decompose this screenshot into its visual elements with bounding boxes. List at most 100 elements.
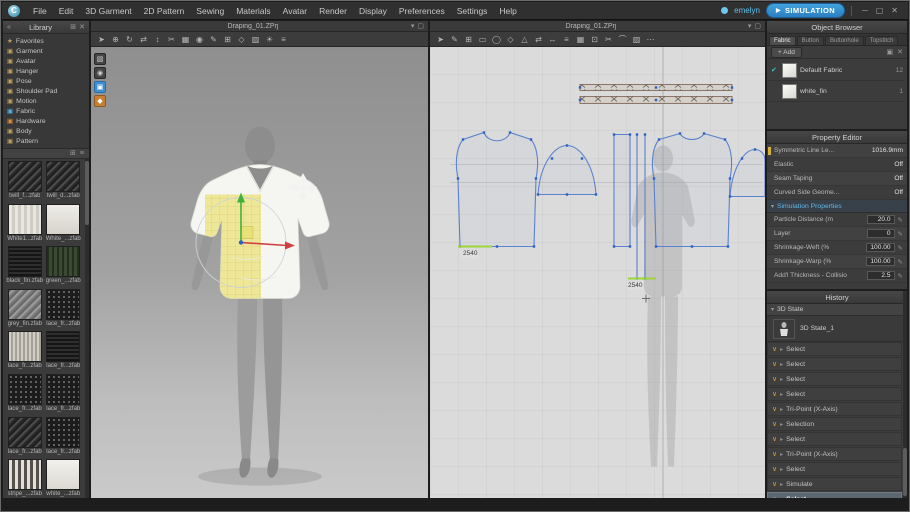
viewport-float-icon[interactable]: ▢ xyxy=(754,23,761,30)
history-row[interactable]: ∨▸Simulate xyxy=(767,477,902,491)
fabric-swatch[interactable]: lace_fr...zfab xyxy=(45,331,83,372)
property-row-curved-side-geome[interactable]: Curved Side Geome...Off xyxy=(767,186,907,200)
property-row-add-l-thickness-collisio[interactable]: Add'l Thickness - Collisio2.5✎ xyxy=(767,269,907,283)
property-value[interactable]: 100.00 xyxy=(866,257,894,266)
history-row[interactable]: ∨▸Select xyxy=(767,432,902,446)
scrollbar-thumb[interactable] xyxy=(903,448,907,496)
avatar-display-icon[interactable]: ◉ xyxy=(94,67,106,79)
property-value[interactable]: 0 xyxy=(867,229,895,238)
fabric-swatch[interactable]: White_...zfab xyxy=(45,204,83,245)
minimize-icon[interactable]: ─ xyxy=(858,6,872,15)
viewport-3d-canvas[interactable]: ▧◉▣◆ xyxy=(91,47,428,498)
fabric-swatch[interactable]: lace_fr...zfab xyxy=(45,417,83,458)
history-row[interactable]: ∨▸Tri-Point (X-Axis) xyxy=(767,447,902,461)
property-value[interactable]: Off xyxy=(894,189,903,196)
light-view-icon[interactable]: ☀ xyxy=(263,33,276,45)
tab-topstitch[interactable]: Topstitch xyxy=(865,36,899,45)
app-logo-icon[interactable]: C xyxy=(8,5,20,17)
fabric-item-default-fabric[interactable]: ✔Default Fabric12 xyxy=(769,60,905,81)
move-gizmo-icon[interactable]: ⊕ xyxy=(109,33,122,45)
property-value[interactable]: 2.5 xyxy=(867,271,895,280)
property-row-shrinkage-weft[interactable]: Shrinkage-Weft (%100.00✎ xyxy=(767,241,907,255)
rectangle-tool-icon[interactable]: ▭ xyxy=(476,33,489,45)
more-tools-icon[interactable]: ≡ xyxy=(277,33,290,45)
menu-item-settings[interactable]: Settings xyxy=(451,4,494,18)
property-value[interactable]: 100.00 xyxy=(866,243,894,252)
property-value[interactable]: 20.0 xyxy=(867,215,895,224)
trace-tool-icon[interactable]: ⊡ xyxy=(588,33,601,45)
library-item-fabric[interactable]: ▣Fabric xyxy=(3,106,89,116)
add-fabric-button[interactable]: + Add xyxy=(771,47,802,58)
garment-display-icon[interactable]: ▣ xyxy=(94,81,106,93)
property-row-particle-distance-m[interactable]: Particle Distance (m20.0✎ xyxy=(767,213,907,227)
screen-layout-icon[interactable]: ▧ xyxy=(94,53,106,65)
more-tools-icon[interactable]: ⋯ xyxy=(644,33,657,45)
edit-pencil-icon[interactable]: ✎ xyxy=(898,258,903,266)
tab-buttonhole[interactable]: Buttonhole xyxy=(825,36,864,45)
fabric-swatch[interactable]: lace_fr...zfab xyxy=(6,417,44,458)
circle-tool-icon[interactable]: ◯ xyxy=(490,33,503,45)
3d-scene[interactable] xyxy=(91,47,428,498)
history-row[interactable]: ∨▸Select xyxy=(767,357,902,371)
edit-pencil-icon[interactable]: ✎ xyxy=(898,272,903,280)
collapse-sidebar-icon[interactable]: « xyxy=(7,24,11,31)
library-item-body[interactable]: ▣Body xyxy=(3,126,89,136)
viewport-menu-icon[interactable]: ▾ xyxy=(411,23,415,30)
fabric-swatch[interactable]: grey_fin.zfab xyxy=(6,289,44,330)
property-section-simulation-properties[interactable]: ▾Simulation Properties xyxy=(767,200,907,213)
scrollbar-thumb[interactable] xyxy=(85,161,89,225)
history-scrollbar[interactable] xyxy=(903,291,907,498)
select-tool-icon[interactable]: ➤ xyxy=(95,33,108,45)
property-row-symmetric-line-le[interactable]: Symmetric Line Le...1016.9mm xyxy=(767,144,907,158)
rotate-gizmo-icon[interactable]: ↻ xyxy=(123,33,136,45)
fabric-swatch[interactable]: stripe_...zfab xyxy=(6,459,44,498)
edit-pencil-icon[interactable]: ✎ xyxy=(898,230,903,238)
cut-tool-icon[interactable]: ✂ xyxy=(602,33,615,45)
2d-pattern-canvas[interactable] xyxy=(430,47,765,498)
library-item-hardware[interactable]: ▣Hardware xyxy=(3,116,89,126)
property-row-seam-taping[interactable]: Seam TapingOff xyxy=(767,172,907,186)
library-item-pose[interactable]: ▣Pose xyxy=(3,76,89,86)
pan-tool-icon[interactable]: ↕ xyxy=(151,33,164,45)
tab-fabric[interactable]: Fabric xyxy=(769,36,796,45)
copy-fabric-icon[interactable]: ▣ xyxy=(887,49,894,56)
menu-item-file[interactable]: File xyxy=(27,4,53,18)
texture-tool-icon[interactable]: ▨ xyxy=(630,33,643,45)
menu-item-avatar[interactable]: Avatar xyxy=(277,4,313,18)
delete-fabric-icon[interactable]: ✕ xyxy=(897,49,903,56)
pen-tool-icon[interactable]: ✎ xyxy=(207,33,220,45)
thumbnail-view-icon[interactable]: ⊞ xyxy=(70,150,76,157)
fabric-swatch[interactable]: green_...zfab xyxy=(45,246,83,287)
menu-item-display[interactable]: Display xyxy=(353,4,393,18)
history-3d-state-header[interactable]: ▾ 3D State xyxy=(767,304,907,316)
close-icon[interactable]: ✕ xyxy=(887,6,902,15)
property-row-elastic[interactable]: ElasticOff xyxy=(767,158,907,172)
fabric-item-white-fin[interactable]: ✔white_fin1 xyxy=(769,81,905,102)
menu-item-sewing[interactable]: Sewing xyxy=(190,4,230,18)
viewport-2d-canvas[interactable]: 2540 2540 xyxy=(430,47,765,498)
history-row[interactable]: ∨▸Select xyxy=(767,492,902,498)
list-view-icon[interactable]: ≡ xyxy=(80,150,84,157)
camera-view-icon[interactable]: ◉ xyxy=(193,33,206,45)
library-item-avatar[interactable]: ▣Avatar xyxy=(3,56,89,66)
fabric-view-icon[interactable]: ▦ xyxy=(179,33,192,45)
add-point-icon[interactable]: ⊞ xyxy=(462,33,475,45)
measure-tool-icon[interactable]: ↔ xyxy=(546,33,559,45)
property-row-shrinkage-warp[interactable]: Shrinkage-Warp (%100.00✎ xyxy=(767,255,907,269)
property-value[interactable]: Off xyxy=(894,161,903,168)
menu-item-materials[interactable]: Materials xyxy=(230,4,276,18)
grid-view-icon[interactable]: ⊞ xyxy=(221,33,234,45)
library-scrollbar[interactable] xyxy=(85,159,89,498)
history-row[interactable]: ∨▸Select xyxy=(767,342,902,356)
history-row[interactable]: ∨▸Select xyxy=(767,372,902,386)
fabric-swatch[interactable]: lace_fr...zfab xyxy=(6,374,44,415)
menu-item-edit[interactable]: Edit xyxy=(53,4,80,18)
edit-pencil-icon[interactable]: ✎ xyxy=(898,216,903,224)
history-row[interactable]: ∨▸Select xyxy=(767,462,902,476)
fabric-swatch[interactable]: black_fin.zfab xyxy=(6,246,44,287)
fabric-swatch[interactable]: lace_fr...zfab xyxy=(45,289,83,330)
history-row[interactable]: ∨▸Tri-Point (X-Axis) xyxy=(767,402,902,416)
3d-state-item[interactable]: 3D State_1 xyxy=(767,316,907,342)
history-row[interactable]: ∨▸Selection xyxy=(767,417,902,431)
property-value[interactable]: Off xyxy=(894,175,903,182)
